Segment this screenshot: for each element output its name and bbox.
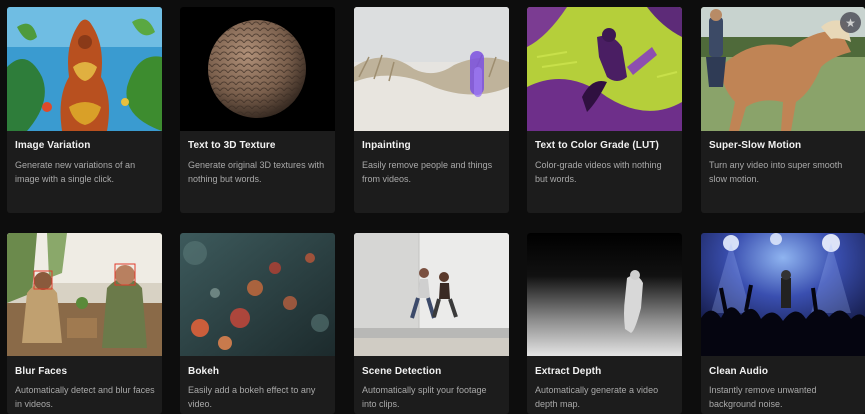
star-icon[interactable]: ★ [840,12,861,33]
card-scene-detection[interactable]: Scene Detection Automatically split your… [354,233,509,414]
card-title: Bokeh [188,366,220,377]
depth-map-thumbnail [527,233,682,356]
card-super-slow-motion[interactable]: ★ Super-Slow Motion Turn any video into … [701,7,865,213]
people-seated-thumbnail [7,233,162,356]
color-graded-rider-thumbnail [527,7,682,131]
card-clean-audio[interactable]: Clean Audio Instantly remove unwanted ba… [701,233,865,414]
card-title: Inpainting [362,140,411,151]
card-description: Automatically detect and blur faces in v… [15,385,155,409]
concert-crowd-thumbnail [701,233,865,356]
card-title: Image Variation [15,140,91,151]
horse-rider-thumbnail: ★ [701,7,865,131]
dunes-inpainting-thumbnail [354,7,509,131]
card-title: Blur Faces [15,366,68,377]
textured-sphere-thumbnail [180,7,335,131]
card-title: Scene Detection [362,366,442,377]
card-image-variation[interactable]: Image Variation Generate new variations … [7,7,162,213]
card-description: Generate original 3D textures with nothi… [188,160,325,184]
bokeh-lights-thumbnail [180,233,335,356]
card-title: Super-Slow Motion [709,140,802,151]
card-text-to-color-grade[interactable]: Text to Color Grade (LUT) Color-grade vi… [527,7,682,213]
card-description: Easily add a bokeh effect to any video. [188,385,316,409]
card-title: Text to 3D Texture [188,140,276,151]
card-description: Turn any video into super smooth slow mo… [709,160,843,184]
card-extract-depth[interactable]: Extract Depth Automatically generate a v… [527,233,682,414]
card-blur-faces[interactable]: Blur Faces Automatically detect and blur… [7,233,162,414]
card-inpainting[interactable]: Inpainting Easily remove people and thin… [354,7,509,213]
card-description: Instantly remove unwanted background noi… [709,385,817,409]
card-title: Text to Color Grade (LUT) [535,140,659,151]
card-description: Easily remove people and things from vid… [362,160,493,184]
card-description: Color-grade videos with nothing but word… [535,160,662,184]
tools-grid: Image Variation Generate new variations … [0,0,865,414]
running-people-thumbnail [354,233,509,356]
ornate-tower-thumbnail [7,7,162,131]
card-title: Clean Audio [709,366,769,377]
card-bokeh[interactable]: Bokeh Easily add a bokeh effect to any v… [180,233,335,414]
card-title: Extract Depth [535,366,602,377]
card-description: Automatically split your footage into cl… [362,385,487,409]
card-text-to-3d-texture[interactable]: Text to 3D Texture Generate original 3D … [180,7,335,213]
card-description: Generate new variations of an image with… [15,160,136,184]
card-description: Automatically generate a video depth map… [535,385,659,409]
